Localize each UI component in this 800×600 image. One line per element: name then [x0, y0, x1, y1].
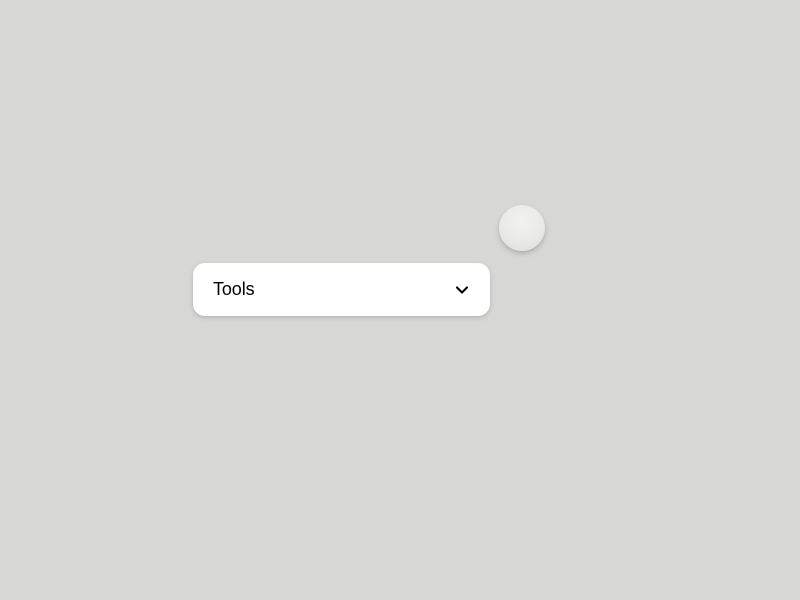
tools-dropdown[interactable]: Tools: [193, 263, 490, 316]
dropdown-label: Tools: [213, 279, 255, 300]
circle-button[interactable]: [499, 205, 545, 251]
chevron-down-icon: [452, 280, 472, 300]
